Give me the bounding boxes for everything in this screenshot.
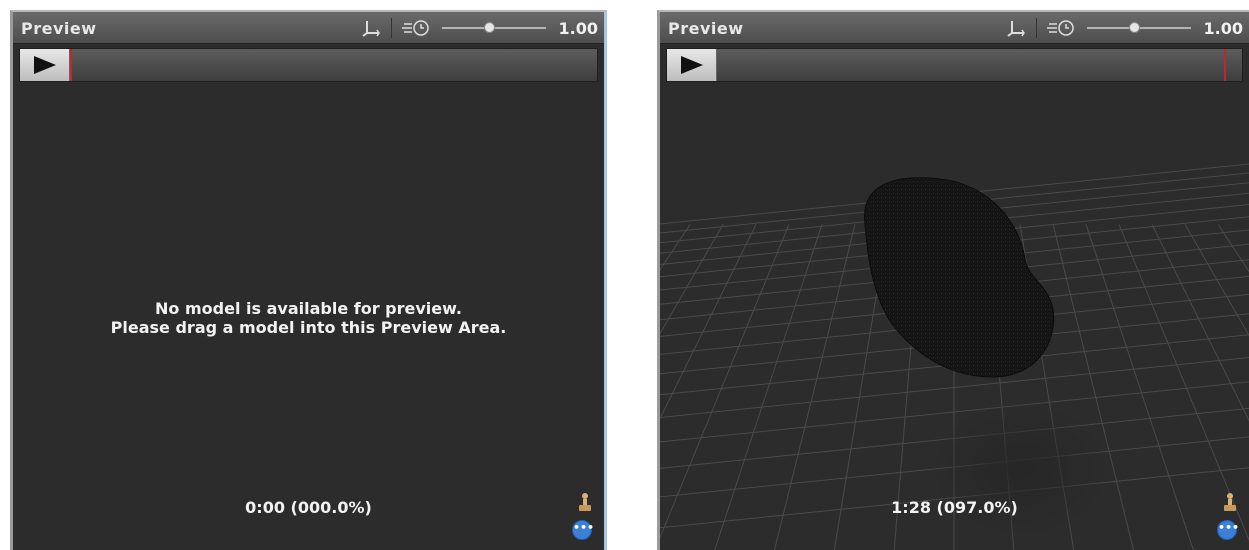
speed-value: 1.00 <box>558 18 598 38</box>
separator <box>1036 18 1037 38</box>
play-button[interactable] <box>667 49 717 81</box>
header-controls: 1.00 <box>361 17 598 39</box>
timeline-bar[interactable] <box>666 48 1243 82</box>
playback-speed-icon[interactable] <box>1047 19 1077 37</box>
separator <box>391 18 392 38</box>
speed-value: 1.00 <box>1203 18 1243 38</box>
timeline-bar[interactable] <box>19 48 598 82</box>
play-icon <box>34 56 56 74</box>
speed-slider[interactable] <box>442 18 546 38</box>
preview-viewport[interactable]: 1:28 (097.0%) ••• <box>660 84 1249 550</box>
slider-thumb[interactable] <box>1128 22 1140 33</box>
pivot-axis-icon[interactable] <box>361 19 381 37</box>
more-options-icon[interactable]: ••• <box>1217 520 1239 540</box>
empty-message: No model is available for preview. Pleas… <box>13 299 604 337</box>
model-mesh <box>864 177 1055 378</box>
preview-panel-model: Preview 1.00 1:28 (097.0%) ••• <box>657 10 1249 550</box>
speed-slider[interactable] <box>1087 18 1191 38</box>
play-icon <box>681 56 703 74</box>
avatar-figure-icon[interactable] <box>578 492 592 516</box>
panel-header: Preview 1.00 <box>13 12 604 44</box>
time-readout: 0:00 (000.0%) <box>245 498 372 517</box>
model-shadow <box>925 397 1115 541</box>
play-button[interactable] <box>20 49 70 81</box>
header-controls: 1.00 <box>1006 17 1243 39</box>
scene-view[interactable] <box>660 84 1249 550</box>
avatar-figure-icon[interactable] <box>1223 492 1237 516</box>
pivot-axis-icon[interactable] <box>1006 19 1026 37</box>
panel-title: Preview <box>21 19 97 38</box>
time-readout: 1:28 (097.0%) <box>891 498 1018 517</box>
playback-speed-icon[interactable] <box>402 19 432 37</box>
empty-message-line2: Please drag a model into this Preview Ar… <box>110 318 507 337</box>
preview-viewport[interactable]: No model is available for preview. Pleas… <box>13 84 604 550</box>
panel-header: Preview 1.00 <box>660 12 1249 44</box>
playhead-marker[interactable] <box>1224 49 1227 81</box>
preview-panel-empty: Preview 1.00 No model is available for p… <box>10 10 607 550</box>
more-options-icon[interactable]: ••• <box>572 520 594 540</box>
slider-thumb[interactable] <box>483 22 495 33</box>
panel-title: Preview <box>668 19 744 38</box>
empty-message-line1: No model is available for preview. <box>155 299 462 318</box>
playhead-marker[interactable] <box>70 49 72 81</box>
